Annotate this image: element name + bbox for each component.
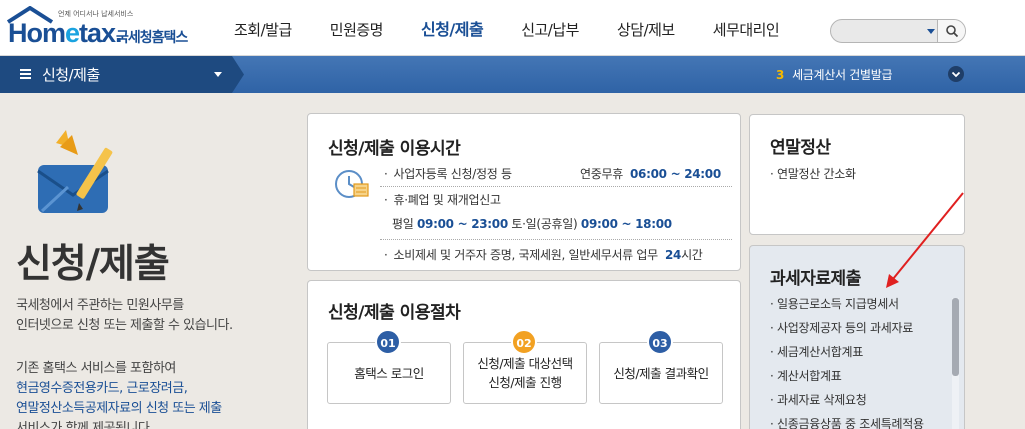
search-dropdown-icon[interactable] [927,29,935,34]
main-nav: 조회/발급 민원증명 신청/제출 신고/납부 상담/제보 세무대리인 [215,0,798,56]
notice-number: 3 [776,68,785,82]
envelope-pencil-icon [37,130,113,213]
breadcrumb[interactable]: 신청/제출 [0,56,245,93]
link-daily-wage-statement[interactable]: · 일용근로소득 지급명세서 [770,295,899,312]
chevron-down-icon [951,71,961,78]
tax-data-title: 과세자료제출 [770,269,861,289]
link-yearend-data[interactable]: 연말정산소득공제자료의 신청 또는 제출 [16,399,296,419]
link-yearend-simplified[interactable]: · 연말정산 간소화 [770,165,856,182]
time-row-business: · 사업자등록 신청/정정 등 [384,167,512,181]
logo-wordmark: Hometax. [8,18,123,48]
usage-process-panel: 신청/제출 이용절차 홈택스 로그인 신청/제출 대상선택 신청/제출 진행 신… [307,280,741,429]
rolling-notice[interactable]: 3 세금계산서 건별발급 [776,66,893,83]
step-number-badge: 03 [647,329,673,355]
scrollbar-thumb[interactable] [952,298,959,376]
divider [380,186,732,187]
breadcrumb-background [0,56,244,93]
search-button[interactable] [937,20,965,42]
hometax-logo[interactable]: 언제 어디서나 납세서비스 Hometax. 국세청홈택스 [6,6,196,50]
top-header: 언제 어디서나 납세서비스 Hometax. 국세청홈택스 조회/발급 민원증명… [0,0,1025,56]
yearend-panel: 연말정산 · 연말정산 간소화 [749,114,965,235]
link-workplace-provider-data[interactable]: · 사업장제공자 등의 과세자료 [770,319,913,336]
time-row-business-hours: 연중무휴 06:00 ~ 24:00 [580,167,721,181]
notice-expand-button[interactable] [948,66,964,82]
link-new-financial-product[interactable]: · 신종금융상품 중 조세특례적용 [770,415,924,429]
step-number-badge: 02 [511,329,537,355]
page-title: 신청/제출 [16,242,170,287]
nav-consult[interactable]: 상담/제보 [598,0,694,56]
sub-header-bar: 신청/제출 3 세금계산서 건별발급 [0,56,1025,93]
link-tax-invoice-summary[interactable]: · 세금계산서합계표 [770,343,863,360]
tax-data-panel: 과세자료제출 · 일용근로소득 지급명세서 · 사업장제공자 등의 과세자료 ·… [749,245,965,429]
link-delete-request[interactable]: · 과세자료 삭제요청 [770,391,867,408]
search-input[interactable] [831,20,937,42]
usage-time-panel: 신청/제출 이용시간 · 사업자등록 신청/정정 등 연중무휴 06:00 ~ 2… [307,113,741,271]
time-row-closure: · 휴·폐업 및 재개업신고 [384,193,501,207]
chevron-down-icon [214,72,222,77]
menu-icon [20,69,31,79]
page-description-extra: 기존 홈택스 서비스를 포함하여 현금영수증전용카드, 근로장려금, 연말정산소… [16,359,296,429]
link-invoice-summary[interactable]: · 계산서합계표 [770,367,842,384]
step-number-badge: 01 [375,329,401,355]
search-box [830,19,966,43]
nav-application[interactable]: 신청/제출 [402,0,502,56]
usage-process-title: 신청/제출 이용절차 [328,303,461,323]
search-icon [946,25,959,38]
nav-inquiry[interactable]: 조회/발급 [215,0,311,56]
yearend-title: 연말정산 [770,138,831,158]
nav-report-payment[interactable]: 신고/납부 [502,0,598,56]
notice-text: 세금계산서 건별발급 [792,68,893,82]
time-row-closure-hours: 평일 09:00 ~ 23:00 토·일(공휴일) 09:00 ~ 18:00 [392,217,672,231]
link-cash-receipt[interactable]: 현금영수증전용카드, 근로장려금, [16,379,296,399]
breadcrumb-label: 신청/제출 [42,66,100,84]
nav-tax-agent[interactable]: 세무대리인 [694,0,799,56]
divider [380,239,732,240]
page-description: 국세청에서 주관하는 민원사무를 인터넷으로 신청 또는 제출할 수 있습니다. [16,298,233,333]
nav-certificate[interactable]: 민원증명 [311,0,402,56]
clock-calendar-icon [335,170,369,198]
logo-korean-name: 국세청홈택스 [116,30,188,46]
time-row-certificates: · 소비제세 및 거주자 증명, 국제세원, 일반세무서류 업무 24시간 [384,248,703,262]
usage-time-title: 신청/제출 이용시간 [328,139,461,159]
